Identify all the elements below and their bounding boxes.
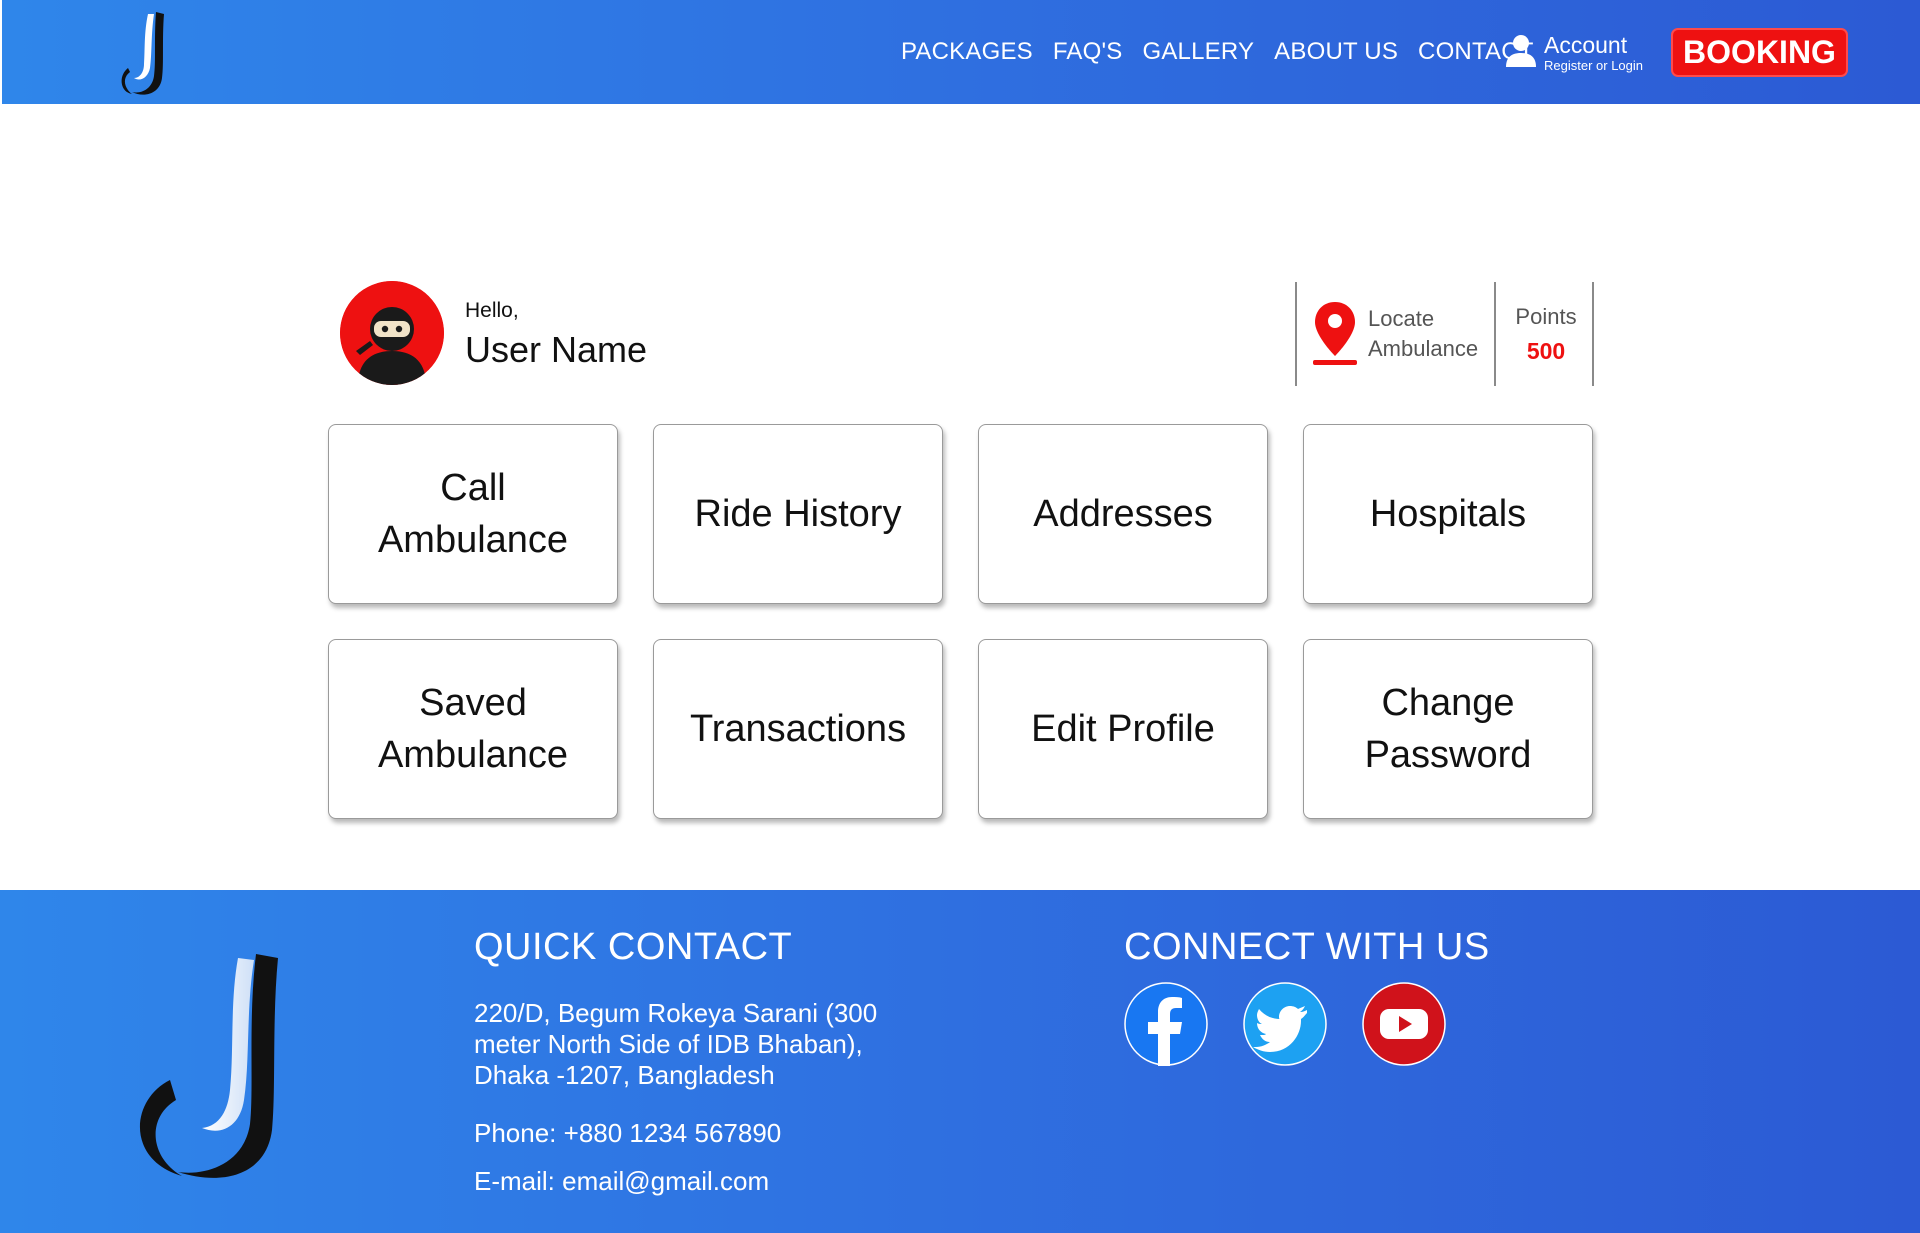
avatar	[340, 281, 444, 385]
nav-about-us[interactable]: ABOUT US	[1274, 38, 1398, 66]
call-ambulance-button[interactable]: Call Ambulance	[328, 424, 618, 604]
divider	[1592, 282, 1594, 386]
booking-button[interactable]: BOOKING	[1671, 28, 1848, 77]
nav-faqs[interactable]: FAQ'S	[1053, 38, 1123, 66]
location-pin-icon	[1313, 302, 1357, 365]
account-menu[interactable]: Account Register or Login	[1506, 32, 1643, 74]
facebook-icon	[1124, 982, 1208, 1066]
twitter-link[interactable]	[1243, 982, 1327, 1066]
nav-gallery[interactable]: GALLERY	[1142, 38, 1254, 66]
addresses-button[interactable]: Addresses	[978, 424, 1268, 604]
saved-ambulance-button[interactable]: Saved Ambulance	[328, 639, 618, 819]
user-icon	[1506, 35, 1536, 67]
points-value: 500	[1526, 338, 1566, 364]
locate-line-1: Locate	[1368, 306, 1435, 331]
hospitals-button[interactable]: Hospitals	[1303, 424, 1593, 604]
footer-logo	[139, 954, 278, 1178]
ninja-avatar-icon	[340, 281, 444, 385]
divider	[1494, 282, 1496, 386]
youtube-icon	[1362, 982, 1446, 1066]
points-label: Points	[1515, 304, 1577, 329]
site-logo[interactable]	[114, 4, 184, 100]
account-subtitle: Register or Login	[1544, 58, 1643, 73]
youtube-link[interactable]	[1362, 982, 1446, 1066]
contact-address: 220/D, Begum Rokeya Sarani (300 meter No…	[474, 998, 878, 1090]
footer: QUICK CONTACT 220/D, Begum Rokeya Sarani…	[0, 890, 1920, 1233]
edit-profile-button[interactable]: Edit Profile	[978, 639, 1268, 819]
account-text: Account Register or Login	[1544, 32, 1643, 74]
locate-label: Locate Ambulance	[1368, 304, 1478, 364]
transactions-button[interactable]: Transactions	[653, 639, 943, 819]
main-nav: PACKAGES FAQ'S GALLERY ABOUT US CONTACT	[901, 38, 1534, 66]
top-navbar: PACKAGES FAQ'S GALLERY ABOUT US CONTACT …	[2, 0, 1920, 104]
change-password-button[interactable]: Change Password	[1303, 639, 1593, 819]
quick-contact-title: QUICK CONTACT	[474, 926, 793, 968]
account-title: Account	[1544, 32, 1628, 58]
connect-title: CONNECT WITH US	[1124, 926, 1490, 968]
user-name: User Name	[465, 329, 648, 370]
locate-ambulance-button[interactable]: Locate Ambulance	[1312, 300, 1478, 368]
contact-phone: Phone: +880 1234 567890	[474, 1118, 782, 1148]
facebook-link[interactable]	[1124, 982, 1208, 1066]
locate-line-2: Ambulance	[1368, 336, 1479, 361]
contact-email: E-mail: email@gmail.com	[474, 1166, 770, 1196]
ride-history-button[interactable]: Ride History	[653, 424, 943, 604]
divider	[1295, 282, 1297, 386]
nav-packages[interactable]: PACKAGES	[901, 38, 1033, 66]
twitter-icon	[1243, 982, 1327, 1066]
greeting: Hello,	[465, 299, 519, 322]
